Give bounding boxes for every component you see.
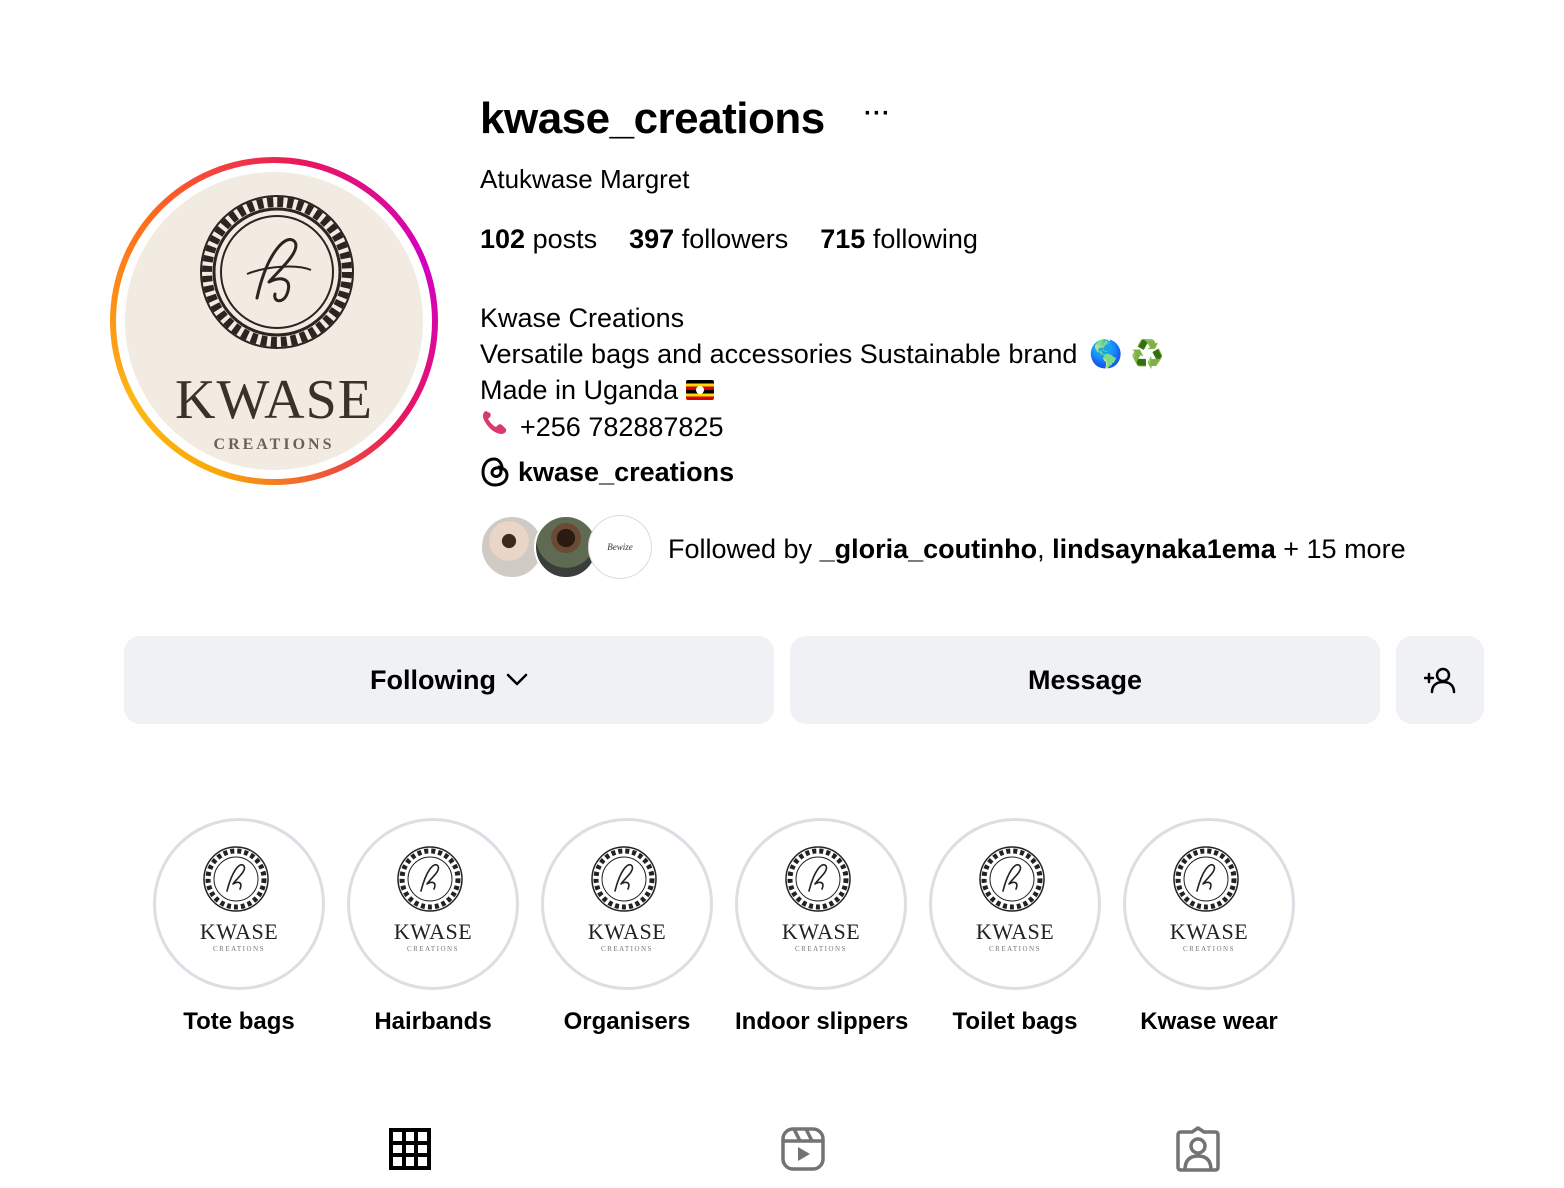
threads-icon [481, 457, 509, 487]
highlight-logo: KWASE CREATIONS [744, 827, 898, 981]
followed-by-suffix: + 15 more [1275, 534, 1406, 564]
followers-count: 397 [629, 224, 675, 254]
bio-phone-number: +256 782887825 [520, 411, 724, 442]
bio-description-text: Versatile bags and accessories Sustainab… [480, 339, 1078, 369]
highlight-logo-sub: CREATIONS [406, 945, 459, 953]
bio-line-brand: Kwase Creations [480, 303, 685, 333]
highlight-label: Kwase wear [1140, 1008, 1278, 1035]
highlight-label: Toilet bags [952, 1008, 1078, 1035]
highlight-item[interactable]: KWASE CREATIONS Toilet bags [929, 818, 1101, 1036]
profile-stats: 102 posts 397 followers 715 following [480, 224, 978, 255]
bio-line-phone: +256 782887825 [480, 408, 1164, 445]
highlight-logo-sub: CREATIONS [794, 945, 847, 953]
tab-tagged[interactable] [1175, 1126, 1221, 1172]
highlight-label: Hairbands [374, 1008, 492, 1035]
highlight-item[interactable]: KWASE CREATIONS Tote bags [153, 818, 325, 1036]
profile-full-name: Atukwase Margret [480, 164, 690, 194]
kwase-logo-emblem [591, 846, 657, 912]
chevron-down-icon [506, 673, 528, 686]
profile-username: kwase_creations [480, 94, 825, 143]
posts-count: 102 [480, 224, 526, 254]
highlight-item[interactable]: KWASE CREATIONS Indoor slippers [735, 818, 909, 1036]
following-count: 715 [820, 224, 866, 254]
highlight-cover[interactable]: KWASE CREATIONS [735, 818, 907, 990]
highlight-logo-word: KWASE [975, 919, 1055, 944]
followers-stat[interactable]: 397 followers [629, 224, 788, 255]
highlight-logo-word: KWASE [199, 919, 279, 944]
followers-label: followers [681, 224, 789, 254]
bio-line-origin: Made in Uganda [480, 372, 1164, 408]
highlight-logo-word: KWASE [393, 919, 473, 944]
bio-origin-text: Made in Uganda [480, 375, 679, 405]
bio-line-description: Versatile bags and accessories Sustainab… [480, 336, 1164, 372]
posts-stat: 102 posts [480, 224, 597, 255]
kwase-logo-emblem [203, 846, 269, 912]
tagged-icon [1176, 1126, 1220, 1172]
profile-bio: Kwase Creations Versatile bags and acces… [480, 300, 1164, 445]
message-button-label: Message [1027, 664, 1143, 695]
posts-label: posts [532, 224, 598, 254]
profile-avatar[interactable]: KWASE CREATIONS [125, 172, 423, 470]
kwase-logo-emblem [397, 846, 463, 912]
suggested-accounts-button[interactable] [1396, 636, 1484, 724]
mutual-user-2[interactable]: lindsaynaka1ema [1052, 534, 1276, 564]
avatar-logo-sub: CREATIONS [213, 436, 335, 453]
message-button[interactable]: Message [790, 636, 1380, 724]
highlight-cover[interactable]: KWASE CREATIONS [153, 818, 325, 990]
tab-posts[interactable] [387, 1126, 433, 1172]
highlight-label: Indoor slippers [735, 1008, 909, 1035]
highlight-logo-word: KWASE [1169, 919, 1249, 944]
mutual-followers-avatars[interactable]: Bewize [480, 515, 655, 579]
highlight-logo-word: KWASE [587, 919, 667, 944]
highlight-logo: KWASE CREATIONS [162, 827, 316, 981]
uganda-flag-icon [686, 380, 715, 400]
mutual-avatar-3: Bewize [588, 515, 652, 579]
highlight-item[interactable]: KWASE CREATIONS Kwase wear [1123, 818, 1295, 1036]
following-stat[interactable]: 715 following [820, 224, 978, 255]
reels-icon [781, 1127, 825, 1171]
kwase-logo-emblem [1173, 846, 1239, 912]
mutual-user-1[interactable]: _gloria_coutinho [820, 534, 1038, 564]
phone-icon [480, 408, 514, 445]
threads-handle: kwase_creations [518, 456, 735, 487]
tab-reels[interactable] [780, 1126, 826, 1172]
highlight-logo: KWASE CREATIONS [550, 827, 704, 981]
highlight-logo: KWASE CREATIONS [356, 827, 510, 981]
kwase-logo-emblem [785, 846, 851, 912]
mutual-avatar-3-text: Bewize [607, 542, 633, 552]
highlight-item[interactable]: KWASE CREATIONS Hairbands [347, 818, 519, 1036]
highlight-label: Organisers [563, 1008, 691, 1035]
highlight-cover[interactable]: KWASE CREATIONS [541, 818, 713, 990]
avatar-logo-word: KWASE [175, 369, 373, 431]
highlight-logo-sub: CREATIONS [212, 945, 265, 953]
grid-icon [389, 1128, 431, 1170]
highlight-logo-sub: CREATIONS [988, 945, 1041, 953]
more-options-button[interactable]: ··· [864, 100, 891, 128]
highlight-logo: KWASE CREATIONS [938, 827, 1092, 981]
highlight-logo-sub: CREATIONS [600, 945, 653, 953]
globe-recycle-emoji: 🌎 ♻️ [1089, 339, 1165, 369]
followed-by-prefix: Followed by [668, 534, 820, 564]
highlight-label: Tote bags [183, 1008, 295, 1035]
followed-by-separator: , [1037, 534, 1053, 564]
following-button-label: Following [370, 664, 496, 695]
highlight-logo-sub: CREATIONS [1182, 945, 1235, 953]
add-person-icon [1424, 667, 1456, 694]
following-button[interactable]: Following [124, 636, 774, 724]
following-label: following [872, 224, 978, 254]
highlight-logo-word: KWASE [781, 919, 861, 944]
highlight-cover[interactable]: KWASE CREATIONS [347, 818, 519, 990]
highlight-logo: KWASE CREATIONS [1132, 827, 1286, 981]
kwase-logo-emblem [979, 846, 1045, 912]
followed-by-text[interactable]: Followed by _gloria_coutinho, lindsaynak… [668, 534, 1406, 565]
highlight-cover[interactable]: KWASE CREATIONS [1123, 818, 1295, 990]
highlight-item[interactable]: KWASE CREATIONS Organisers [541, 818, 713, 1036]
highlight-cover[interactable]: KWASE CREATIONS [929, 818, 1101, 990]
threads-link[interactable]: kwase_creations [480, 456, 734, 488]
